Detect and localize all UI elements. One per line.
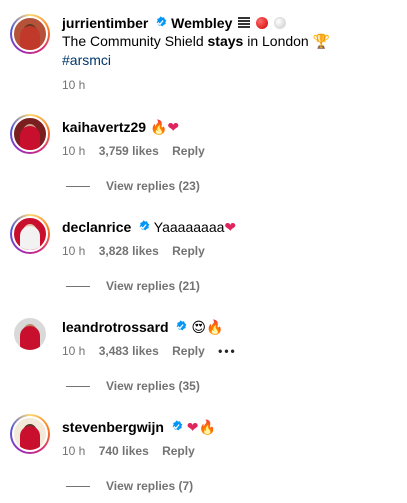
post-author-avatar[interactable] <box>10 14 50 54</box>
caption-text-stays: stays <box>207 33 244 49</box>
comment-likes[interactable]: 3,759 likes <box>99 144 159 158</box>
more-options-icon[interactable]: ••• <box>218 344 237 358</box>
reply-button[interactable]: Reply <box>172 344 205 358</box>
avatar-leandrotrossard[interactable] <box>10 314 50 354</box>
view-replies-button[interactable]: View replies (21) <box>66 279 200 293</box>
comment-likes[interactable]: 740 likes <box>99 444 149 458</box>
verified-badge-icon <box>139 220 150 231</box>
view-replies-button[interactable]: View replies (23) <box>66 179 200 193</box>
divider-dash <box>66 386 90 388</box>
fire-icon: 🔥 <box>205 320 224 336</box>
view-replies-label: View replies (35) <box>106 379 200 393</box>
caption-text-a: The Community Shield <box>62 33 208 49</box>
comment-username[interactable]: leandrotrossard <box>62 319 169 335</box>
heart-eyes-icon: 😍 <box>191 320 206 336</box>
fire-icon: 🔥 <box>149 120 168 136</box>
divider-dash <box>66 186 90 188</box>
avatar-kaihavertz29[interactable] <box>10 114 50 154</box>
reply-button[interactable]: Reply <box>172 144 205 158</box>
heart-icon: ❤ <box>224 220 237 236</box>
comment-username[interactable]: declanrice <box>62 219 131 235</box>
post-time: 10 h <box>62 78 86 92</box>
caption-text-c: in London <box>243 33 309 49</box>
avatar-declanrice[interactable] <box>10 214 50 254</box>
view-replies-label: View replies (21) <box>106 279 200 293</box>
comment-username[interactable]: stevenbergwijn <box>62 419 164 435</box>
view-replies-label: View replies (7) <box>106 479 194 493</box>
reply-button[interactable]: Reply <box>162 444 195 458</box>
verified-badge-icon <box>156 16 167 27</box>
white-circle-icon <box>274 17 287 29</box>
hashtag-link[interactable]: #arsmci <box>62 51 399 69</box>
verified-badge-icon <box>172 420 183 431</box>
trophy-icon: 🏆 <box>312 34 331 50</box>
comment-time: 10 h <box>62 244 86 258</box>
flag-bars-icon <box>238 17 251 29</box>
comment-likes[interactable]: 3,828 likes <box>99 244 159 258</box>
post-caption: jurrientimber Wembley The Community Shie… <box>62 14 399 93</box>
comment-time: 10 h <box>62 444 86 458</box>
comment-text: Yaaaaaaaa <box>153 219 225 235</box>
reply-button[interactable]: Reply <box>172 244 205 258</box>
comment-time: 10 h <box>62 344 86 358</box>
comment-likes[interactable]: 3,483 likes <box>99 344 159 358</box>
caption-wembley: Wembley <box>171 15 233 31</box>
heart-icon: ❤ <box>186 420 199 436</box>
view-replies-label: View replies (23) <box>106 179 200 193</box>
comment-leandrotrossard: leandrotrossard 😍🔥 10 h 3,483 likes Repl… <box>62 318 399 359</box>
comment-username[interactable]: kaihavertz29 <box>62 119 146 135</box>
fire-icon: 🔥 <box>198 420 216 436</box>
comment-kaihavertz29: kaihavertz29 🔥❤ 10 h 3,759 likes Reply <box>62 118 399 159</box>
verified-badge-icon <box>177 320 187 331</box>
view-replies-button[interactable]: View replies (7) <box>66 479 193 493</box>
comment-declanrice: declanrice Yaaaaaaaa❤ 10 h 3,828 likes R… <box>62 218 399 259</box>
red-circle-icon <box>256 17 269 29</box>
view-replies-button[interactable]: View replies (35) <box>66 379 200 393</box>
heart-icon: ❤ <box>167 120 180 136</box>
comment-stevenbergwijn: stevenbergwijn ❤🔥 10 h 740 likes Reply <box>62 418 399 459</box>
divider-dash <box>66 486 90 488</box>
post-author-username[interactable]: jurrientimber <box>62 15 148 31</box>
divider-dash <box>66 286 90 288</box>
avatar-stevenbergwijn[interactable] <box>10 414 50 454</box>
comment-time: 10 h <box>62 144 86 158</box>
